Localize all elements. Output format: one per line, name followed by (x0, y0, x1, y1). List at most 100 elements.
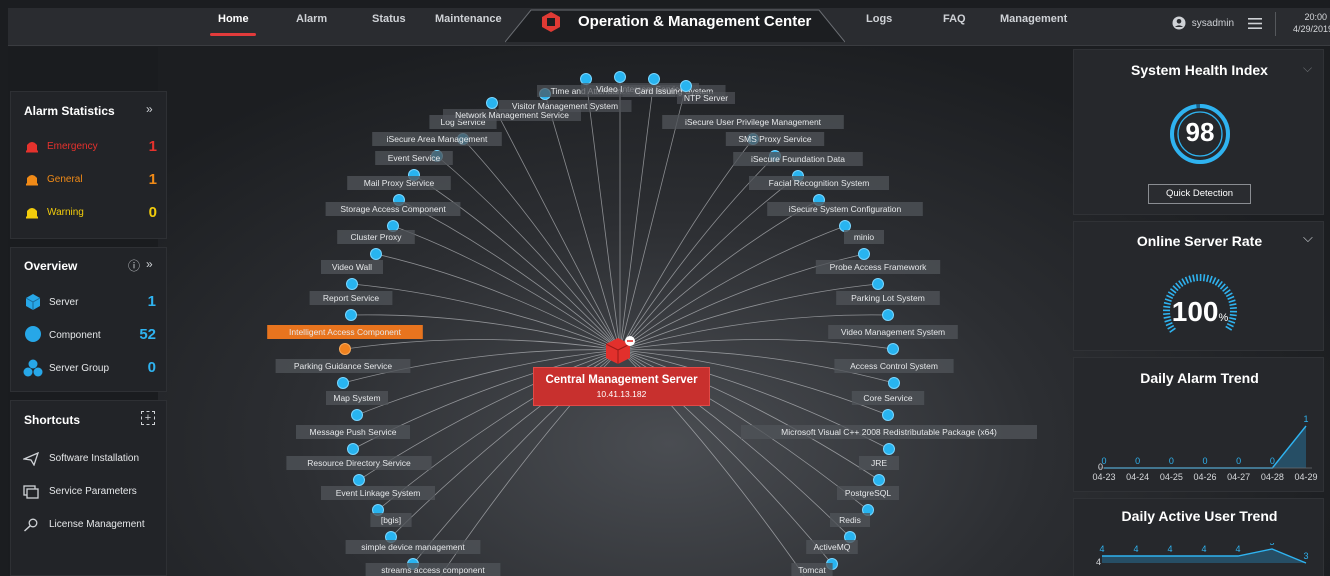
topology-node-left-12[interactable]: Resource Directory Service (286, 456, 432, 486)
chevron-down-icon[interactable]: ⌵ (1303, 61, 1312, 76)
gauge-tick (1202, 274, 1206, 282)
data-label: 1 (1303, 414, 1308, 424)
gauge-tick (1175, 282, 1181, 289)
gauge-tick (1192, 274, 1196, 282)
data-label: 0 (1202, 456, 1207, 466)
central-server-node[interactable]: Central Management Server 10.41.13.182 (533, 367, 710, 406)
gauge-tick (1181, 278, 1187, 286)
node-dot (486, 97, 498, 109)
topology-node-right-11[interactable]: Microsoft Visual C++ 2008 Redistributabl… (741, 425, 1037, 455)
topology-node-left-4[interactable]: Storage Access Component (325, 202, 461, 232)
quick-detection-button[interactable]: Quick Detection (1148, 184, 1251, 204)
chevron-down-icon[interactable]: ⌵ (1303, 230, 1313, 246)
node-label: JRE (871, 458, 887, 468)
node-dot (346, 278, 358, 290)
data-label: 4 (1235, 544, 1240, 554)
data-label: 5 (1269, 543, 1274, 547)
topology-node-right-16[interactable]: Tomcat (791, 563, 833, 576)
node-dot (888, 377, 900, 389)
node-label: Cluster Proxy (350, 232, 402, 242)
topology-link (619, 225, 846, 351)
node-label: Video Wall (332, 262, 372, 272)
node-label: Video Management System (841, 327, 945, 337)
topology-node-left-9[interactable]: Parking Guidance Service (275, 359, 411, 389)
topology-node-left-14[interactable]: [bgis] (370, 513, 412, 543)
node-dot (347, 443, 359, 455)
node-label: Tomcat (798, 565, 826, 575)
topology-node-right-9[interactable]: Access Control System (834, 359, 954, 389)
node-dot (680, 80, 692, 92)
topology-node-right-5[interactable]: minio (844, 230, 884, 260)
topology-node-right-14[interactable]: Redis (830, 513, 870, 543)
node-label: Resource Directory Service (307, 458, 411, 468)
topology-node-left-6[interactable]: Video Wall (321, 260, 383, 290)
topology-node-left-16[interactable]: streams access component (365, 563, 501, 576)
online-rate-readout: 100% (1160, 296, 1240, 328)
topology-node-left-7[interactable]: Report Service (309, 291, 393, 321)
gauge-tick (1169, 288, 1177, 294)
node-dot (337, 377, 349, 389)
topology-node-left-10[interactable]: Map System (326, 391, 388, 421)
online-server-rate-panel: Online Server Rate ⌵ 100% (1073, 221, 1324, 351)
node-label: Mail Proxy Service (364, 178, 435, 188)
node-label: NTP Server (684, 93, 728, 103)
node-dot (858, 248, 870, 260)
topology-link (619, 339, 894, 351)
node-label: Event Linkage System (336, 488, 421, 498)
topology-node-right-7[interactable]: Parking Lot System (836, 291, 940, 321)
node-label: iSecure Area Management (387, 134, 488, 144)
topology-node-left-3[interactable]: Mail Proxy Service (347, 176, 451, 206)
daily-alarm-trend-panel: Daily Alarm Trend 0 0 0 0 0 0 1 04-23 04-24 04-25… (1073, 357, 1324, 492)
x-tick-label: 04-26 (1193, 472, 1216, 482)
online-rate-unit: % (1218, 312, 1229, 324)
topology-node-right-3[interactable]: Facial Recognition System (749, 176, 889, 206)
topology-node-left-5[interactable]: Cluster Proxy (337, 230, 415, 260)
y-axis-label: 0 (1098, 462, 1103, 472)
topology-link (462, 138, 621, 351)
gauge-tick (1178, 280, 1184, 287)
topology-link (398, 199, 621, 351)
system-health-panel: System Health Index ⌵ 98 Quick Detection (1073, 49, 1324, 215)
node-label: Visitor Management System (512, 101, 618, 111)
node-label: Intelligent Access Component (289, 327, 402, 337)
health-score: 98 (1185, 117, 1215, 147)
topology-node-top-5[interactable]: NTP Server (677, 80, 735, 105)
node-dot (872, 278, 884, 290)
gauge-tick (1209, 275, 1213, 283)
gauge-tick (1217, 280, 1223, 288)
topology-node-right-13[interactable]: PostgreSQL (837, 486, 899, 516)
daily-alarm-trend-chart: 0 0 0 0 0 0 1 04-23 04-24 04-25 04-26 04-27 04-28 04-… (1092, 414, 1317, 482)
x-tick-label: 04-23 (1092, 472, 1115, 482)
node-label: Probe Access Framework (830, 262, 928, 272)
topology-link (585, 78, 621, 351)
topology-node-right-8[interactable]: Video Management System (828, 325, 958, 355)
node-dot (882, 309, 894, 321)
node-label: Event Service (388, 153, 441, 163)
topology-node-left-11[interactable]: Message Push Service (296, 425, 410, 455)
node-dot (339, 343, 351, 355)
gauge-tick (1184, 276, 1190, 284)
topology-link (344, 339, 621, 351)
node-label: Map System (333, 393, 380, 403)
data-label: 0 (1236, 456, 1241, 466)
node-label: [bgis] (381, 515, 401, 525)
node-dot (887, 343, 899, 355)
topology-link (619, 78, 655, 351)
node-label: Core Service (863, 393, 912, 403)
gauge-tick (1188, 275, 1192, 283)
data-label: 3 (1303, 551, 1308, 561)
node-dot (648, 73, 660, 85)
gauge-tick (1169, 327, 1176, 333)
topology-node-left-8[interactable]: Intelligent Access Component (267, 325, 423, 355)
node-label: Access Control System (850, 361, 938, 371)
gauge-tick (1222, 286, 1229, 292)
x-tick-label: 04-24 (1126, 472, 1149, 482)
node-dot (614, 71, 626, 83)
central-server-title: Central Management Server (545, 374, 698, 386)
data-label: 0 (1270, 456, 1275, 466)
node-label: PostgreSQL (845, 488, 892, 498)
data-label: 0 (1135, 456, 1140, 466)
topology-node-right-6[interactable]: Probe Access Framework (815, 260, 941, 290)
node-dot (839, 220, 851, 232)
node-label: Report Service (323, 293, 379, 303)
